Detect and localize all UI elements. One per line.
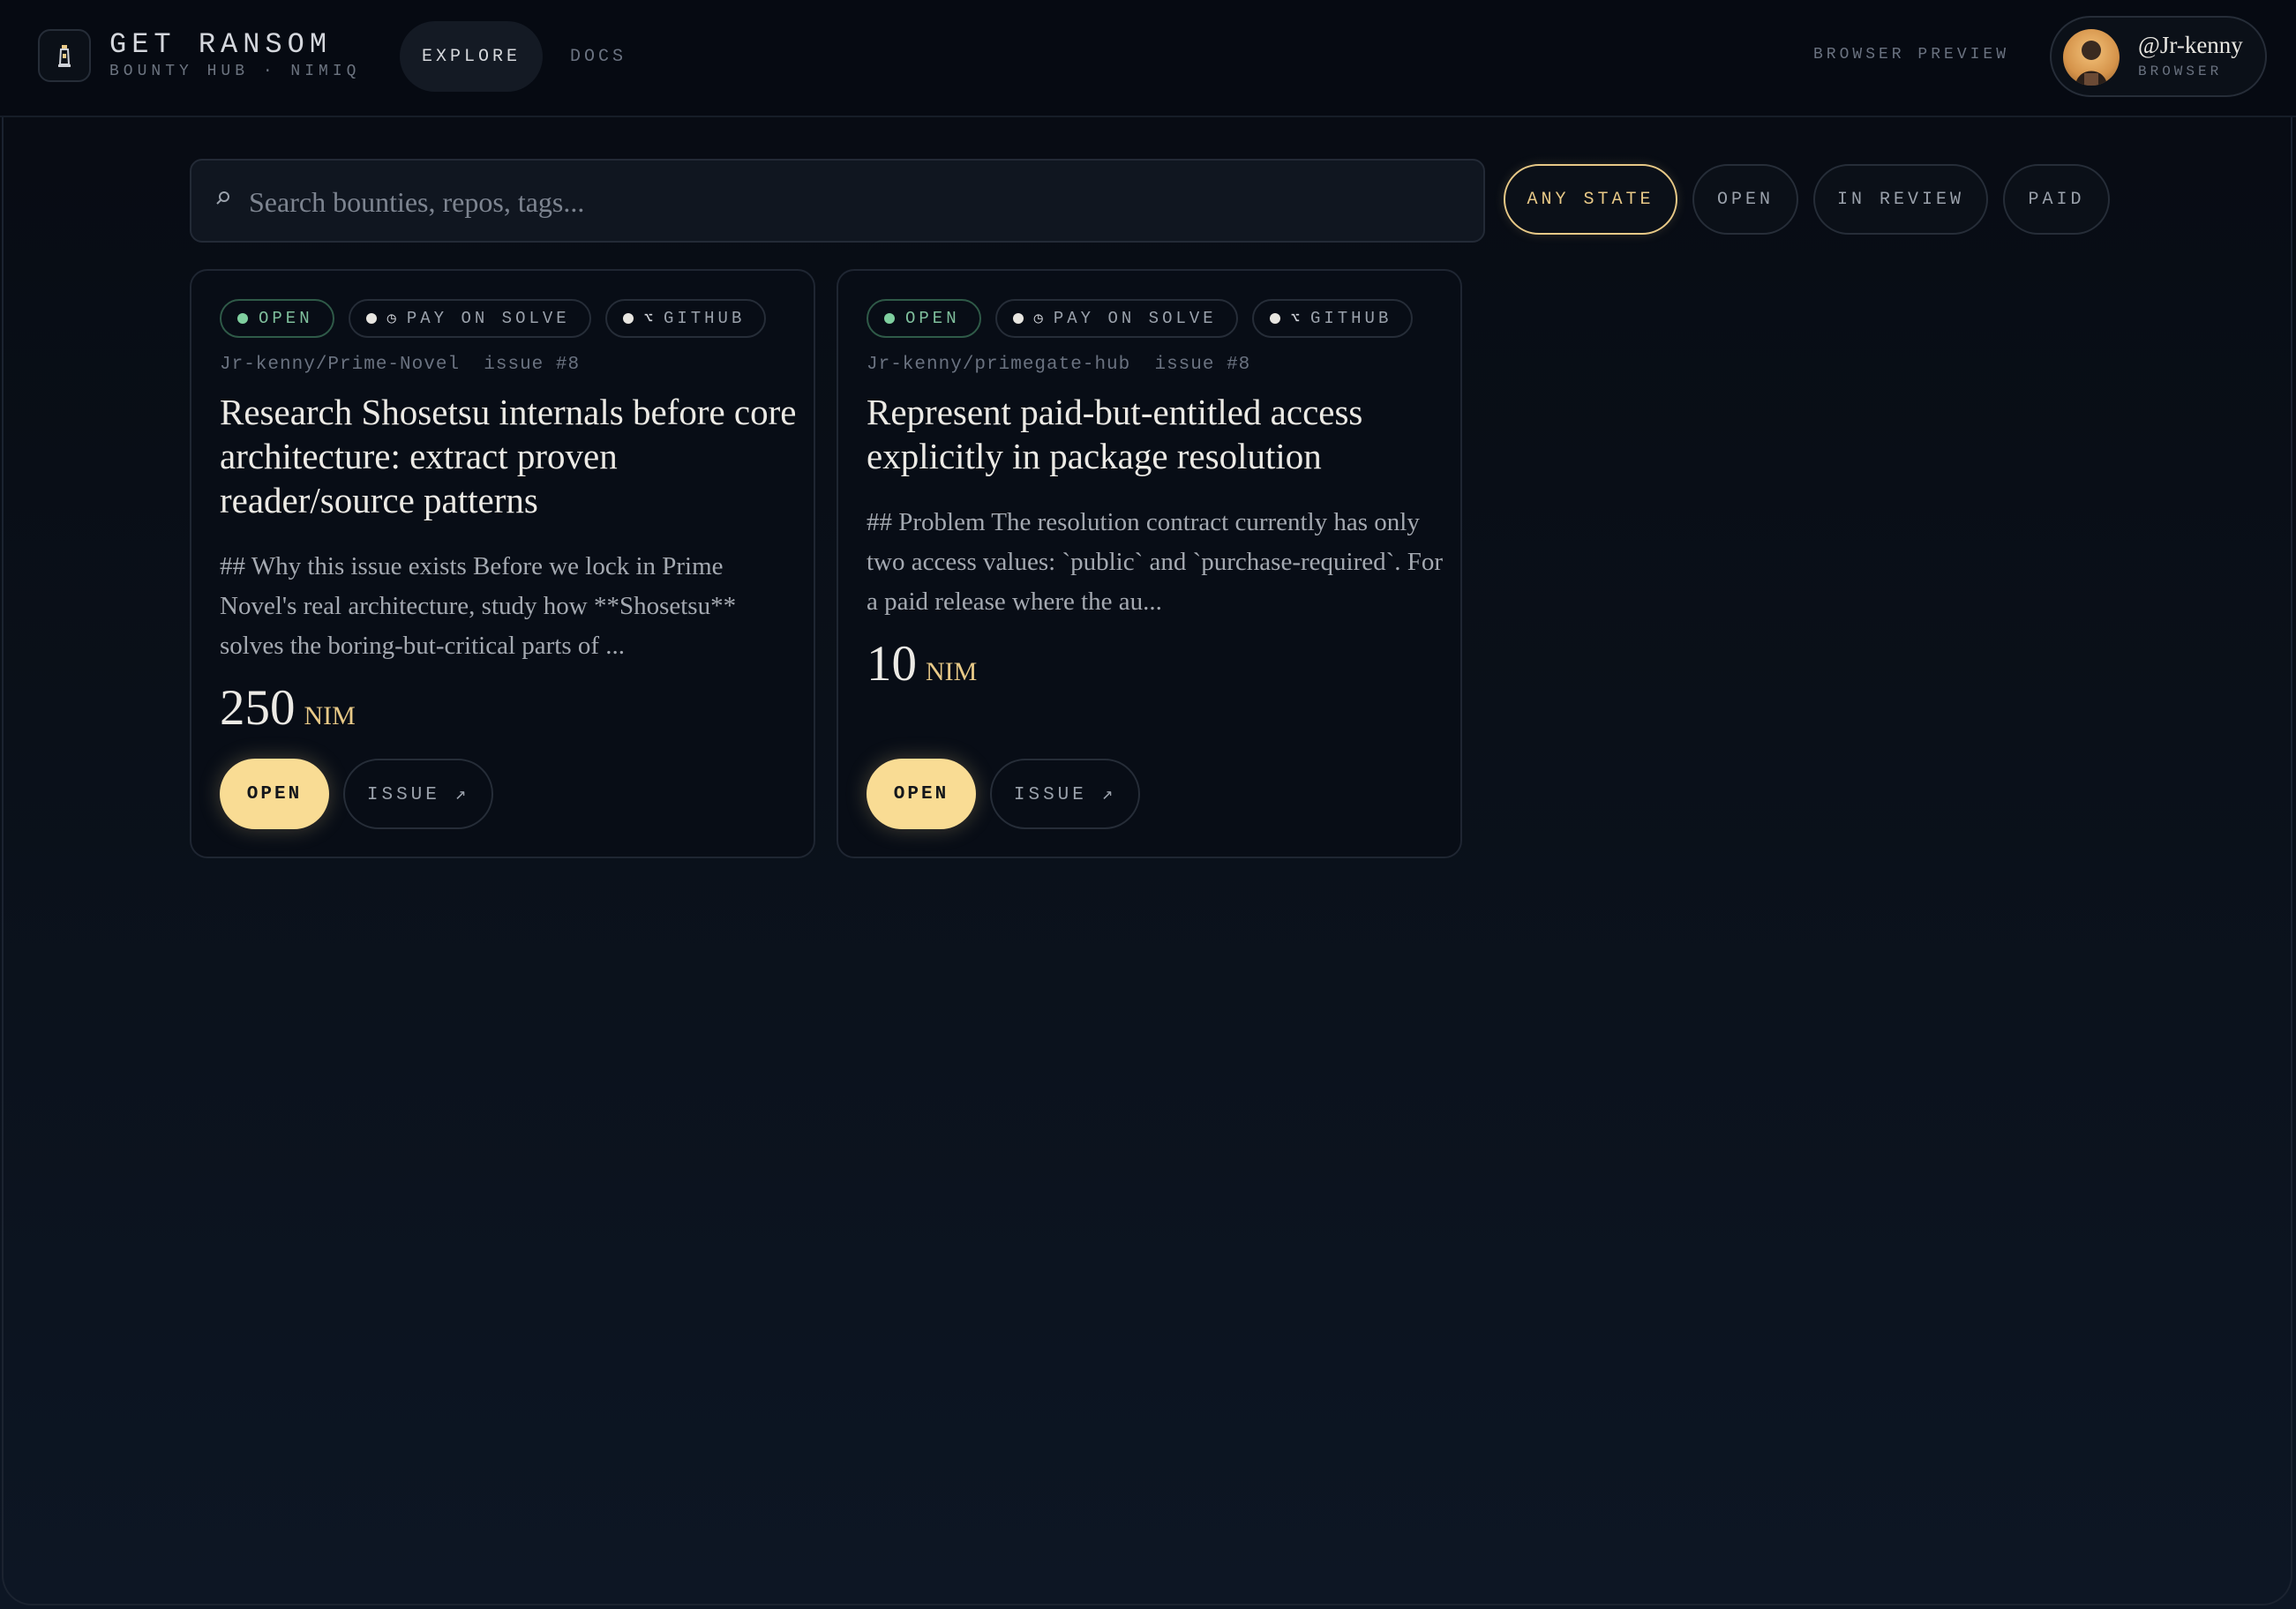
logo[interactable] [38, 29, 91, 82]
issue-link-button[interactable]: ISSUE ↗ [343, 759, 493, 829]
reward-unit: NIM [926, 657, 978, 686]
status-label: OPEN [259, 309, 313, 328]
search-bar [190, 159, 1485, 243]
source-label: GITHUB [663, 309, 746, 328]
repo-line: Jr-kenny/primegate-hub issue #8 [867, 355, 1250, 375]
top-bar: GET RANSOM BOUNTY HUB · NIMIQ EXPLORE DO… [0, 0, 2296, 117]
brand-subtitle: BOUNTY HUB · NIMIQ [109, 63, 361, 80]
filter-open[interactable]: OPEN [1692, 164, 1798, 235]
filter-paid[interactable]: PAID [2003, 164, 2110, 235]
reward: 10 NIM [867, 635, 977, 692]
source-label: GITHUB [1309, 309, 1392, 328]
payout-label: PAY ON SOLVE [1053, 309, 1217, 328]
bounty-card[interactable]: OPEN ◷ PAY ON SOLVE ⌥ GITHUB Jr-kenny/Pr… [190, 269, 815, 858]
payout-badge: ◷ PAY ON SOLVE [348, 299, 591, 338]
issue-link-button[interactable]: ISSUE ↗ [990, 759, 1140, 829]
card-description: ## Problem The resolution contract curre… [867, 508, 1444, 616]
avatar [2063, 29, 2120, 86]
payout-badge: ◷ PAY ON SOLVE [994, 299, 1238, 338]
issue-number: issue #8 [1154, 355, 1251, 375]
clock-icon: ◷ [1033, 311, 1043, 328]
card-title[interactable]: Represent paid-but-entitled access expli… [867, 390, 1449, 478]
clock-icon: ◷ [386, 311, 396, 328]
source-badge: ⌥ GITHUB [1251, 299, 1414, 338]
brand-title: GET RANSOM [109, 28, 333, 61]
card-description: ## Why this issue exists Before we lock … [220, 552, 737, 660]
status-label: OPEN [905, 309, 960, 328]
branch-icon: ⌥ [643, 311, 653, 328]
tab-explore[interactable]: EXPLORE [400, 21, 543, 92]
repo-name: Jr-kenny/Prime-Novel [220, 355, 461, 375]
user-menu[interactable]: @Jr-kenny BROWSER [2050, 16, 2267, 97]
reward-unit: NIM [304, 701, 356, 730]
repo-line: Jr-kenny/Prime-Novel issue #8 [220, 355, 580, 375]
status-badge: OPEN [220, 299, 334, 338]
card-title[interactable]: Research Shosetsu internals before core … [220, 390, 802, 522]
lighthouse-icon [58, 45, 71, 67]
browser-preview-label: BROWSER PREVIEW [1813, 46, 2010, 64]
open-button[interactable]: OPEN [867, 759, 976, 829]
tab-docs[interactable]: DOCS [570, 21, 627, 92]
card-tags: OPEN ◷ PAY ON SOLVE ⌥ GITHUB [220, 299, 767, 338]
card-tags: OPEN ◷ PAY ON SOLVE ⌥ GITHUB [867, 299, 1414, 338]
status-dot [884, 313, 895, 324]
reward-amount: 10 [867, 636, 917, 692]
status-dot [237, 313, 248, 324]
bounty-card[interactable]: OPEN ◷ PAY ON SOLVE ⌥ GITHUB Jr-kenny/pr… [837, 269, 1462, 858]
reward: 250 NIM [220, 679, 356, 737]
search-input[interactable] [247, 178, 1468, 226]
status-badge: OPEN [867, 299, 981, 338]
search-icon [216, 191, 229, 205]
filter-any-state[interactable]: ANY STATE [1504, 164, 1677, 235]
user-role: BROWSER [2138, 64, 2223, 79]
source-badge: ⌥ GITHUB [604, 299, 767, 338]
branch-icon: ⌥ [1290, 311, 1300, 328]
repo-name: Jr-kenny/primegate-hub [867, 355, 1131, 375]
issue-number: issue #8 [484, 355, 581, 375]
reward-amount: 250 [220, 680, 296, 736]
user-name: @Jr-kenny [2138, 32, 2243, 58]
filter-in-review[interactable]: IN REVIEW [1813, 164, 1988, 235]
open-button[interactable]: OPEN [220, 759, 329, 829]
payout-label: PAY ON SOLVE [406, 309, 570, 328]
